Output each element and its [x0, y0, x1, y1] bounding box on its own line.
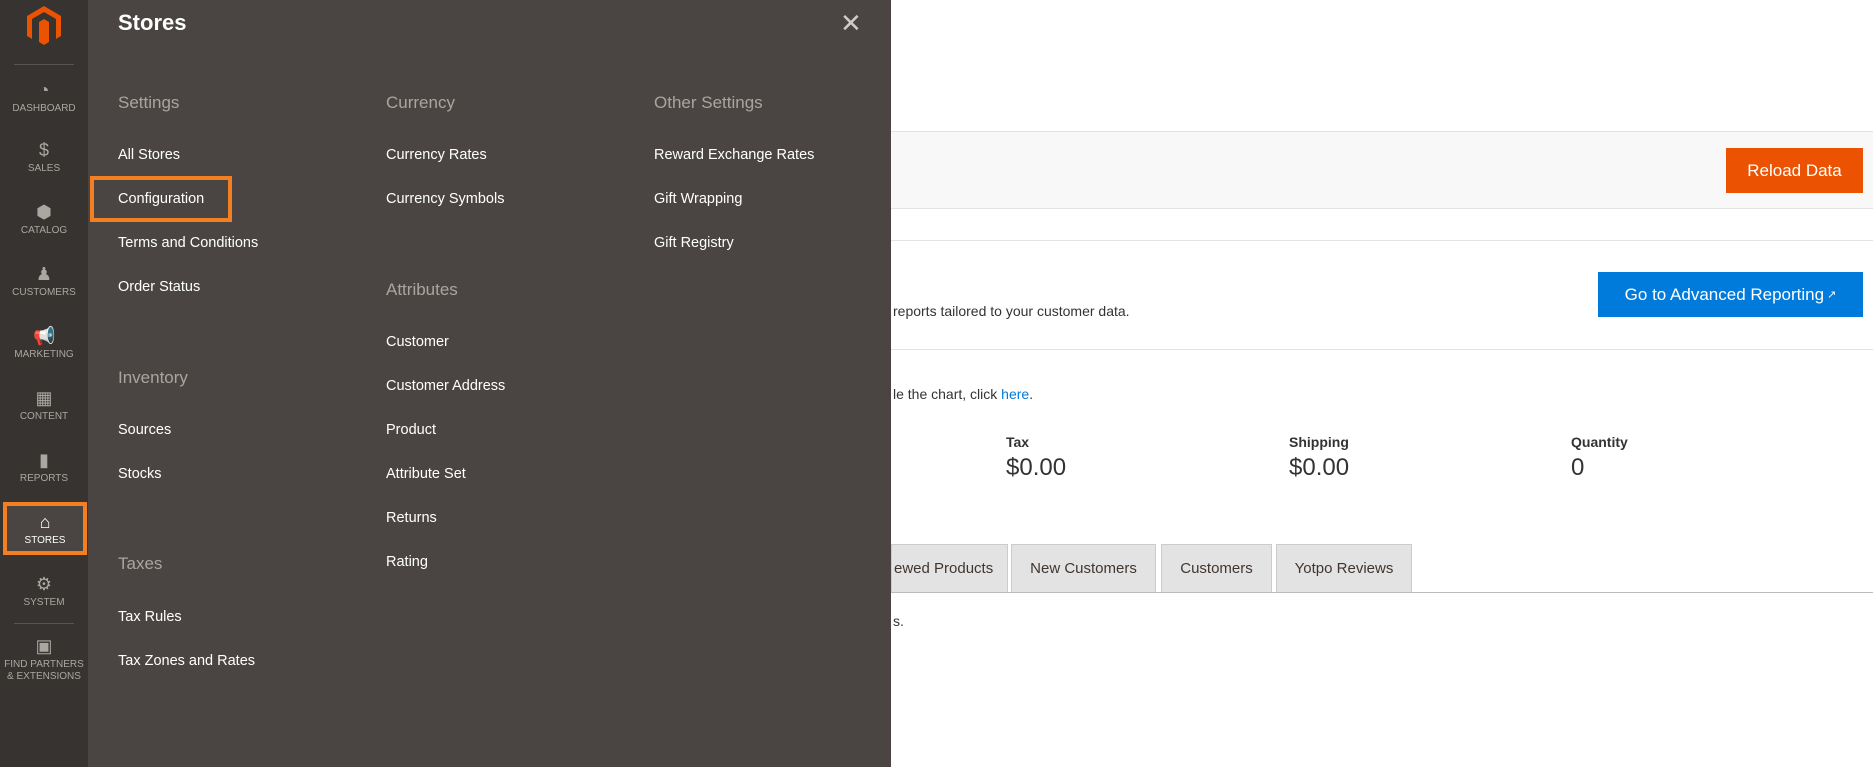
tab-yotpo-reviews[interactable]: Yotpo Reviews — [1276, 544, 1412, 592]
gear-icon: ⚙ — [35, 574, 53, 594]
sidebar-item-label: MARKETING — [14, 349, 74, 360]
sidebar-item-label: CATALOG — [20, 225, 68, 236]
menu-item-gift-registry[interactable]: Gift Registry — [654, 235, 734, 251]
sidebar-item-find[interactable]: ▣ FIND PARTNERS & EXTENSIONS — [0, 636, 88, 683]
layout-icon: ▦ — [35, 388, 53, 408]
stat-value-shipping: $0.00 — [1289, 454, 1350, 481]
menu-item-customer[interactable]: Customer — [386, 334, 449, 350]
blocks-icon: ▣ — [35, 636, 53, 656]
chart-note: le the chart, click here. — [893, 386, 1033, 402]
menu-item-configuration[interactable]: Configuration — [89, 176, 233, 222]
menu-heading-currency: Currency — [386, 93, 455, 112]
sidebar-item-label: DASHBOARD — [12, 103, 76, 114]
bar-chart-icon: ▮ — [39, 450, 49, 470]
divider — [14, 64, 74, 65]
dollar-icon: $ — [38, 140, 49, 160]
menu-item-terms-and-conditions[interactable]: Terms and Conditions — [118, 235, 258, 251]
menu-item-currency-rates[interactable]: Currency Rates — [386, 147, 487, 163]
menu-heading-inventory: Inventory — [118, 368, 188, 387]
advanced-reporting-button[interactable]: Go to Advanced Reporting ↗ — [1598, 272, 1863, 317]
stat-value-tax: $0.00 — [1006, 454, 1067, 481]
sidebar-item-marketing[interactable]: 📢 MARKETING — [0, 326, 88, 361]
chart-note-text: le the chart, click — [893, 386, 1002, 402]
stat-label-tax: Tax — [1006, 434, 1030, 450]
magento-logo[interactable] — [27, 6, 61, 46]
tab-most-viewed-products[interactable]: ewed Products — [891, 544, 1008, 592]
admin-sidebar: ◔ DASHBOARD $ SALES ⬢ CATALOG ♟ CUSTOMERS 📢 MARKE… — [0, 0, 88, 767]
sidebar-item-label: FIND PARTNERS & EXTENSIONS — [4, 659, 84, 682]
tab-content-text: s. — [893, 613, 904, 629]
panel-title: Stores — [118, 10, 187, 35]
menu-heading-settings: Settings — [118, 93, 180, 112]
menu-item-attribute-set[interactable]: Attribute Set — [386, 466, 466, 482]
stat-label-shipping: Shipping — [1289, 434, 1349, 450]
sidebar-item-label: SALES — [27, 163, 61, 174]
sidebar-item-customers[interactable]: ♟ CUSTOMERS — [0, 264, 88, 299]
menu-item-tax-rules[interactable]: Tax Rules — [118, 609, 182, 625]
close-icon[interactable]: ✕ — [840, 8, 862, 39]
stores-menu-panel: Stores ✕ Settings All Stores Configuration… — [88, 0, 891, 767]
sidebar-item-label: CONTENT — [19, 411, 69, 422]
menu-item-all-stores[interactable]: All Stores — [118, 147, 180, 163]
stat-value-quantity: 0 — [1571, 454, 1585, 481]
menu-item-rating[interactable]: Rating — [386, 554, 428, 570]
sidebar-item-label: CUSTOMERS — [12, 287, 76, 298]
advanced-reporting-text: reports tailored to your customer data. — [893, 303, 1130, 319]
menu-item-gift-wrapping[interactable]: Gift Wrapping — [654, 191, 742, 207]
sidebar-item-dashboard[interactable]: ◔ DASHBOARD — [0, 80, 88, 115]
menu-item-reward-exchange-rates[interactable]: Reward Exchange Rates — [654, 147, 814, 163]
tab-customers[interactable]: Customers — [1161, 544, 1272, 592]
reload-data-button[interactable]: Reload Data — [1726, 148, 1863, 193]
menu-item-returns[interactable]: Returns — [386, 510, 437, 526]
megaphone-icon: 📢 — [33, 326, 56, 346]
sidebar-item-catalog[interactable]: ⬢ CATALOG — [0, 202, 88, 237]
sidebar-item-reports[interactable]: ▮ REPORTS — [0, 450, 88, 485]
person-icon: ♟ — [35, 264, 53, 284]
menu-heading-attributes: Attributes — [386, 280, 458, 299]
storefront-icon: ⌂ — [39, 512, 51, 532]
sidebar-item-system[interactable]: ⚙ SYSTEM — [0, 574, 88, 609]
sidebar-item-label: STORES — [24, 535, 66, 546]
sidebar-item-content[interactable]: ▦ CONTENT — [0, 388, 88, 423]
sidebar-item-stores[interactable]: ⌂ STORES — [3, 502, 87, 555]
sidebar-item-sales[interactable]: $ SALES — [0, 140, 88, 175]
external-link-icon: ↗ — [1827, 289, 1837, 301]
divider — [14, 623, 74, 624]
sidebar-item-label: REPORTS — [19, 473, 69, 484]
menu-item-tax-zones-and-rates[interactable]: Tax Zones and Rates — [118, 653, 255, 669]
menu-heading-taxes: Taxes — [118, 554, 163, 573]
menu-item-customer-address[interactable]: Customer Address — [386, 378, 505, 394]
menu-item-product[interactable]: Product — [386, 422, 436, 438]
menu-item-stocks[interactable]: Stocks — [118, 466, 162, 482]
menu-heading-other-settings: Other Settings — [654, 93, 763, 112]
chart-note-end: . — [1029, 386, 1034, 402]
advanced-reporting-label: Go to Advanced Reporting — [1624, 284, 1825, 304]
menu-item-order-status[interactable]: Order Status — [118, 279, 200, 295]
stat-label-quantity: Quantity — [1571, 434, 1628, 450]
dashboard-icon: ◔ — [38, 80, 50, 100]
sidebar-item-label: SYSTEM — [23, 597, 65, 608]
menu-item-sources[interactable]: Sources — [118, 422, 171, 438]
tab-new-customers[interactable]: New Customers — [1011, 544, 1156, 592]
box-icon: ⬢ — [36, 202, 52, 222]
menu-item-currency-symbols[interactable]: Currency Symbols — [386, 191, 504, 207]
chart-enable-link[interactable]: here — [1001, 386, 1029, 402]
